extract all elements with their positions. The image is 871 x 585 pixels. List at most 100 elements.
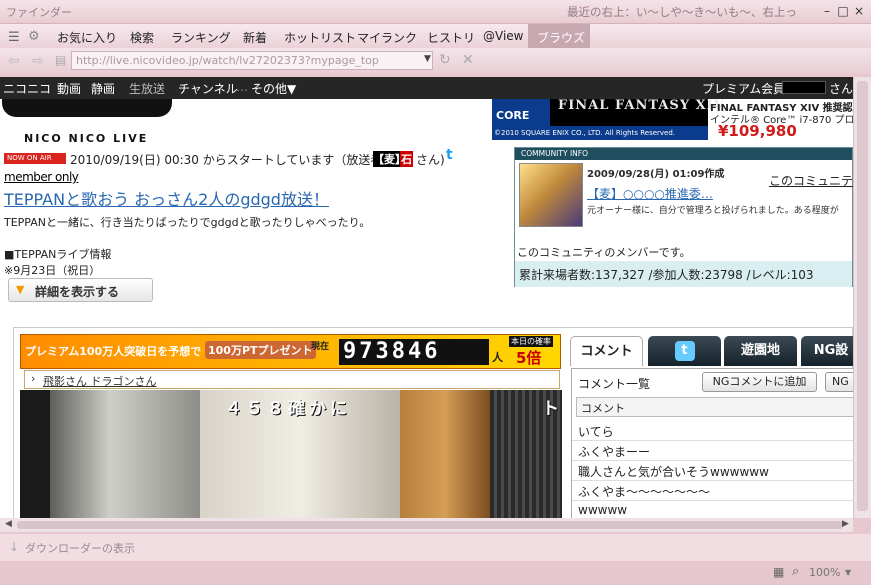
zoom-level[interactable]: 100% [809, 566, 840, 579]
site-nav: ニコニコ 動画 静画 生放送 チャンネル … その他▼ プレミアム会員 さん [0, 77, 853, 99]
community-thumbnail[interactable] [519, 163, 583, 227]
broadcast-description: TEPPANと一緒に、行き当たりばったりでgdgdと歌ったりしゃべったり。 [4, 216, 371, 229]
vertical-scroll-thumb[interactable] [857, 81, 868, 511]
community-link[interactable]: このコミュニティ [769, 172, 853, 189]
forward-icon[interactable]: ⇨ [32, 53, 44, 69]
nav-channel[interactable]: チャンネル [178, 80, 238, 97]
twitter-icon[interactable]: t [446, 147, 453, 163]
community-member: このコミュニティのメンバーです。 [517, 246, 691, 259]
comment-row[interactable]: ふくやま〜〜〜〜〜〜〜 [572, 481, 853, 501]
reload-icon[interactable]: ↻ [439, 52, 451, 68]
broadcaster-name: 石 [400, 151, 413, 167]
menu-history[interactable]: ヒストリ [427, 29, 475, 46]
page-icon: ▤ [55, 53, 67, 67]
username-redacted [782, 81, 826, 94]
nav-other[interactable]: その他▼ [251, 80, 296, 97]
ticker-text[interactable]: 飛影さん ドラゴンさん [43, 373, 157, 389]
tab-ng-settings[interactable]: NG設 [801, 336, 853, 366]
menu-ranking[interactable]: ランキング [171, 29, 231, 46]
page-viewport: ニコニコ 動画 静画 生放送 チャンネル … その他▼ プレミアム会員 さん N… [0, 77, 853, 518]
back-icon[interactable]: ⇦ [8, 53, 20, 69]
video-comment-overlay: ４５８確かに [225, 399, 351, 419]
side-tabs: コメント t 遊園地 NG設 [570, 336, 853, 366]
menu-new[interactable]: 新着 [243, 29, 267, 46]
today-rate-label: 本日の確率 [509, 336, 553, 347]
menu-icon[interactable]: ☰ [8, 30, 20, 45]
comment-row[interactable]: いてら [572, 421, 853, 441]
download-icon: ↓ [9, 540, 20, 554]
zoom-icon[interactable]: ⌕ [792, 564, 799, 579]
broadcast-title[interactable]: TEPPANと歌おう おっさん2人のgdgd放送！ [4, 186, 329, 210]
window-titlebar: ファインダー 最近の右上：い〜しや〜き〜いも〜、右上っ – □ × [0, 0, 871, 24]
address-bar: ⇦ ⇨ ▤ http://live.nicovideo.jp/watch/lv2… [0, 48, 871, 74]
community-name[interactable]: 【麦】○○○○推進委… [587, 185, 713, 202]
menu-view[interactable]: @View [483, 29, 523, 43]
close-button[interactable]: × [852, 4, 866, 18]
today-rate: 5倍 [516, 349, 542, 367]
video-shelf [50, 390, 200, 518]
scroll-right-icon[interactable]: ▶ [842, 519, 849, 529]
tab-twitter[interactable]: t [648, 336, 721, 366]
ad-banner[interactable]: CORE FINAL FANTASY XIV ©2010 SQUARE ENIX… [492, 98, 853, 140]
minimize-button[interactable]: – [820, 4, 834, 18]
menu-search[interactable]: 検索 [130, 29, 154, 46]
tab-comment[interactable]: コメント [570, 336, 643, 366]
comment-row[interactable]: ふくやまーー [572, 441, 853, 461]
nav-douga[interactable]: 動画 [57, 80, 81, 97]
zoom-dropdown-icon[interactable]: ▼ [845, 568, 851, 577]
ticker-bar[interactable]: › 飛影さん ドラゴンさん [24, 370, 560, 389]
ng-add-button[interactable]: NGコメントに追加 [702, 372, 817, 392]
maximize-button[interactable]: □ [836, 4, 850, 18]
stop-icon[interactable]: ✕ [462, 52, 474, 68]
counter-unit: 人 [492, 351, 503, 364]
settings-icon[interactable]: ⚙ [28, 29, 40, 44]
scroll-left-icon[interactable]: ◀ [5, 519, 12, 529]
video-comment-overlay-2: ト [542, 399, 559, 419]
live-player: プレミアム100万人突破日を予想で 100万PTプレゼント 現在 973846 … [13, 327, 853, 518]
comment-column-header[interactable]: コメント [576, 397, 853, 417]
broadcast-info: 2010/09/19(日) 00:30 からスタートしています（放送者: [70, 153, 387, 167]
menu-browse[interactable]: ブラウズ [528, 24, 590, 48]
comment-row[interactable]: wwwww [572, 501, 853, 518]
triangle-down-icon: ▼ [16, 283, 25, 296]
banner-left-text: プレミアム100万人突破日を予想で [25, 345, 202, 358]
nav-seiga[interactable]: 静画 [91, 80, 115, 97]
member-only-badge: member only [4, 170, 79, 184]
url-input[interactable]: http://live.nicovideo.jp/watch/lv2720237… [71, 51, 433, 70]
premium-campaign-banner[interactable]: プレミアム100万人突破日を予想で 100万PTプレゼント 現在 973846 … [20, 334, 561, 369]
menu-hotlist[interactable]: ホットリスト [284, 29, 356, 46]
premium-suffix: さん [829, 82, 853, 96]
video-stream[interactable]: ４５８確かに ト [20, 390, 562, 518]
menu-favorites[interactable]: お気に入り [57, 29, 117, 46]
video-door [400, 390, 490, 518]
comment-list-heading: コメント一覧 [578, 377, 651, 391]
horizontal-scrollbar[interactable]: ◀ ▶ [0, 518, 853, 532]
niconico-live-logo[interactable]: NICO NICO LIVE [0, 99, 205, 149]
comment-row[interactable]: 職人さんと気が合いそうwwwwww [572, 461, 853, 481]
community-date: 2009/09/28(月) 01:09作成 [587, 169, 725, 180]
title-marquee: 最近の右上：い〜しや〜き〜いも〜、右上っ [567, 5, 797, 19]
menu-browse-label: ブラウズ [537, 31, 586, 45]
nav-live[interactable]: 生放送 [129, 80, 165, 97]
ad-price: ¥109,980 [718, 122, 797, 140]
nav-niconico[interactable]: ニコニコ [3, 80, 51, 97]
ng-button[interactable]: NG [825, 372, 853, 392]
detail-button-label: 詳細を表示する [35, 285, 120, 299]
vertical-scrollbar[interactable] [853, 77, 871, 518]
detail-button[interactable]: ▼ 詳細を表示する [8, 278, 153, 302]
url-dropdown-icon[interactable]: ▼ [424, 54, 431, 64]
community-header: COMMUNITY INFO [515, 148, 852, 160]
downloader-label: ダウンローダーの表示 [25, 542, 135, 555]
layout-icon[interactable]: ▦ [773, 565, 784, 579]
horizontal-scroll-thumb[interactable] [17, 521, 843, 529]
banner-mid-text: 100万PTプレゼント [205, 341, 316, 359]
menu-myrank[interactable]: マイランク [357, 29, 417, 46]
community-desc: 元オーナー様に、自分で管理ろと投げられました。ある程度が [587, 206, 839, 216]
status-bar: ▦ ⌕ 100% ▼ [0, 561, 871, 585]
window-title: ファインダー [6, 6, 72, 19]
info-date: ※9月23日（祝日） [4, 264, 101, 277]
downloader-toggle[interactable]: ↓ ダウンローダーの表示 [0, 534, 871, 561]
logo-mark [2, 99, 172, 117]
tab-amusement[interactable]: 遊園地 [724, 336, 797, 366]
premium-label[interactable]: プレミアム会員 [702, 80, 785, 97]
